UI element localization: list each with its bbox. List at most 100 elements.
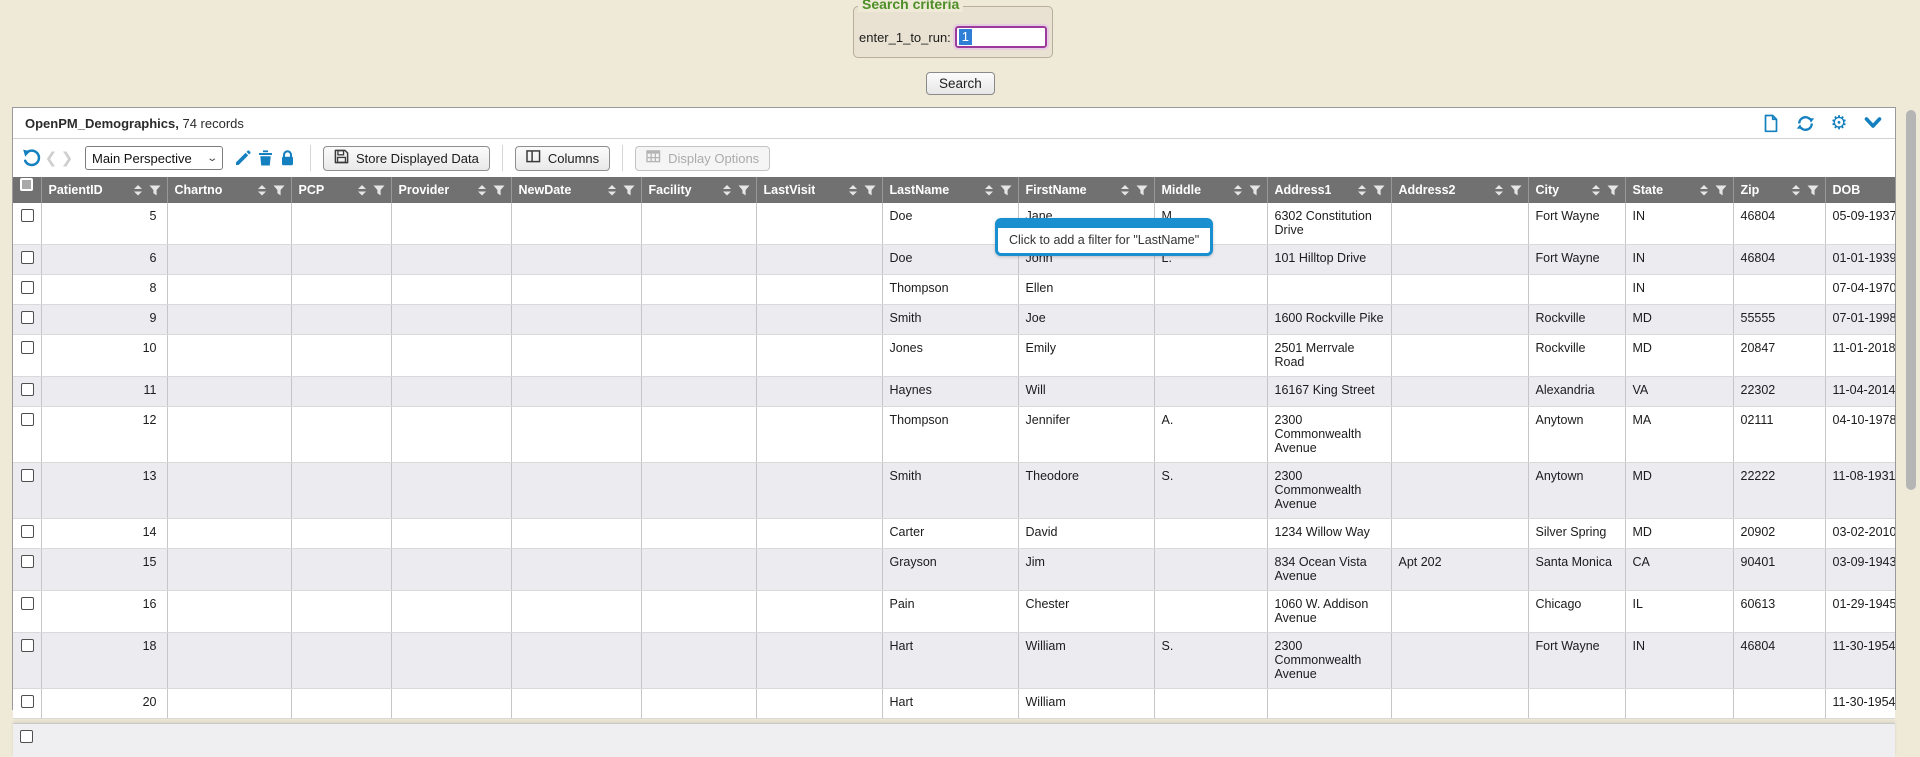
column-header-provider[interactable]: Provider: [391, 177, 511, 203]
filter-icon[interactable]: [864, 185, 876, 196]
column-header-newdate[interactable]: NewDate: [511, 177, 641, 203]
table-row[interactable]: 6DoeJohnL.101 Hilltop DriveFort WayneIN4…: [13, 245, 1895, 275]
sort-icon[interactable]: [607, 185, 617, 196]
next-icon[interactable]: ❯: [59, 149, 75, 167]
row-checkbox[interactable]: [21, 383, 34, 396]
cell-chartno: [167, 633, 291, 689]
filter-icon[interactable]: [1249, 185, 1261, 196]
cell-lastname: Haynes: [882, 377, 1018, 407]
column-header-lastname[interactable]: LastName: [882, 177, 1018, 203]
filter-icon[interactable]: [623, 185, 635, 196]
new-document-icon[interactable]: [1761, 113, 1781, 133]
sort-icon[interactable]: [477, 185, 487, 196]
row-checkbox[interactable]: [21, 639, 34, 652]
table-row[interactable]: 5DoeJaneM.6302 Constitution DriveFort Wa…: [13, 203, 1895, 245]
filter-icon[interactable]: [373, 185, 385, 196]
columns-button[interactable]: Columns: [515, 146, 610, 171]
table-row[interactable]: 8ThompsonEllenIN07-04-1970: [13, 275, 1895, 305]
filter-icon[interactable]: [273, 185, 285, 196]
sort-icon[interactable]: [357, 185, 367, 196]
sort-icon[interactable]: [133, 185, 143, 196]
filter-icon[interactable]: [1136, 185, 1148, 196]
column-header-pcp[interactable]: PCP: [291, 177, 391, 203]
row-checkbox[interactable]: [21, 555, 34, 568]
row-checkbox[interactable]: [21, 695, 34, 708]
cell-dob: 04-10-1978: [1825, 407, 1895, 463]
cell-dob: 05-09-1937: [1825, 203, 1895, 245]
column-header-patientid[interactable]: PatientID: [41, 177, 167, 203]
store-displayed-data-button[interactable]: Store Displayed Data: [323, 146, 490, 171]
filter-icon[interactable]: [1510, 185, 1522, 196]
table-row[interactable]: 15GraysonJim834 Ocean Vista AvenueApt 20…: [13, 549, 1895, 591]
table-row[interactable]: 11HaynesWill16167 King StreetAlexandriaV…: [13, 377, 1895, 407]
sort-icon[interactable]: [1357, 185, 1367, 196]
row-checkbox[interactable]: [21, 525, 34, 538]
run-input[interactable]: 1: [955, 26, 1047, 48]
lock-icon[interactable]: [276, 147, 298, 169]
column-header-city[interactable]: City: [1528, 177, 1625, 203]
scrollbar-thumb[interactable]: [1906, 110, 1916, 490]
row-checkbox[interactable]: [21, 469, 34, 482]
row-checkbox[interactable]: [21, 209, 34, 222]
select-all-header[interactable]: [13, 177, 41, 203]
display-options-button[interactable]: Display Options: [635, 146, 770, 171]
row-checkbox[interactable]: [21, 597, 34, 610]
sort-icon[interactable]: [1120, 185, 1130, 196]
column-header-address2[interactable]: Address2: [1391, 177, 1528, 203]
sort-icon[interactable]: [1494, 185, 1504, 196]
sort-icon[interactable]: [257, 185, 267, 196]
gear-icon[interactable]: ⚙: [1829, 113, 1849, 133]
row-checkbox[interactable]: [21, 341, 34, 354]
sort-icon[interactable]: [1791, 185, 1801, 196]
column-header-state[interactable]: State: [1625, 177, 1733, 203]
row-checkbox[interactable]: [21, 281, 34, 294]
row-checkbox[interactable]: [21, 413, 34, 426]
sort-icon[interactable]: [848, 185, 858, 196]
edit-pencil-icon[interactable]: [232, 147, 254, 169]
column-header-dob[interactable]: DOB: [1825, 177, 1895, 203]
refresh-icon[interactable]: [1795, 113, 1815, 133]
column-header-lastvisit[interactable]: LastVisit: [756, 177, 882, 203]
perspective-select[interactable]: Main Perspective ⌄: [85, 146, 223, 170]
footer-checkbox[interactable]: [20, 730, 33, 743]
row-checkbox[interactable]: [21, 311, 34, 324]
column-header-zip[interactable]: Zip: [1733, 177, 1825, 203]
cell-facility: [641, 519, 756, 549]
undo-icon[interactable]: [21, 147, 43, 169]
column-header-middle[interactable]: Middle: [1154, 177, 1267, 203]
filter-icon[interactable]: [149, 185, 161, 196]
vertical-scrollbar[interactable]: [1904, 0, 1919, 710]
column-header-facility[interactable]: Facility: [641, 177, 756, 203]
filter-icon[interactable]: [1373, 185, 1385, 196]
cell-address2: [1391, 463, 1528, 519]
filter-icon[interactable]: [1000, 185, 1012, 196]
sort-icon[interactable]: [1591, 185, 1601, 196]
cell-lastname: Hart: [882, 689, 1018, 719]
table-row[interactable]: 13SmithTheodoreS.2300 Commonwealth Avenu…: [13, 463, 1895, 519]
sort-icon[interactable]: [984, 185, 994, 196]
sort-icon[interactable]: [722, 185, 732, 196]
row-checkbox[interactable]: [21, 251, 34, 264]
table-row[interactable]: 10JonesEmily2501 Merrvale RoadRockvilleM…: [13, 335, 1895, 377]
column-header-firstname[interactable]: FirstName: [1018, 177, 1154, 203]
table-row[interactable]: 14CarterDavid1234 Willow WaySilver Sprin…: [13, 519, 1895, 549]
table-row[interactable]: 16PainChester1060 W. Addison AvenueChica…: [13, 591, 1895, 633]
table-row[interactable]: 18HartWilliamS.2300 Commonwealth AvenueF…: [13, 633, 1895, 689]
sort-icon[interactable]: [1699, 185, 1709, 196]
filter-icon[interactable]: [1715, 185, 1727, 196]
filter-icon[interactable]: [1607, 185, 1619, 196]
select-all-checkbox[interactable]: [20, 178, 33, 191]
column-header-chartno[interactable]: Chartno: [167, 177, 291, 203]
table-row[interactable]: 20HartWilliam11-30-1954: [13, 689, 1895, 719]
search-button[interactable]: Search: [926, 72, 995, 95]
trash-icon[interactable]: [254, 147, 276, 169]
prev-icon[interactable]: ❮: [43, 149, 59, 167]
chevron-down-icon[interactable]: [1863, 113, 1883, 133]
filter-icon[interactable]: [738, 185, 750, 196]
filter-icon[interactable]: [493, 185, 505, 196]
column-header-address1[interactable]: Address1: [1267, 177, 1391, 203]
table-row[interactable]: 12ThompsonJenniferA.2300 Commonwealth Av…: [13, 407, 1895, 463]
table-row[interactable]: 9SmithJoe1600 Rockville PikeRockvilleMD5…: [13, 305, 1895, 335]
sort-icon[interactable]: [1233, 185, 1243, 196]
filter-icon[interactable]: [1807, 185, 1819, 196]
